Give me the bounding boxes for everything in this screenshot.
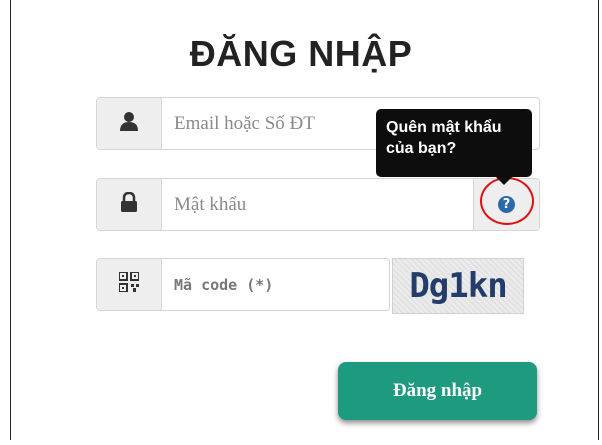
tooltip-arrow	[496, 177, 512, 185]
forgot-password-tooltip: Quên mật khẩu của bạn?	[376, 109, 532, 185]
user-icon	[120, 111, 138, 136]
code-input-group	[96, 258, 390, 311]
tooltip-line-2: của bạn?	[386, 140, 457, 157]
email-addon	[97, 98, 162, 149]
lock-icon	[121, 191, 137, 217]
code-addon	[97, 259, 162, 310]
captcha-code-field[interactable]	[172, 274, 389, 295]
tooltip-line-1: Quên mật khẩu	[386, 119, 502, 136]
captcha-image: Dg1kn	[392, 258, 524, 314]
code-field-wrap	[162, 259, 389, 310]
login-button[interactable]: Đăng nhập	[338, 362, 537, 420]
password-addon	[97, 179, 162, 230]
question-circle-icon[interactable]: ?	[498, 196, 515, 213]
forgot-password-addon[interactable]: ?	[473, 179, 539, 230]
qrcode-icon	[118, 271, 140, 297]
password-field[interactable]	[172, 192, 473, 217]
password-input-group: ?	[96, 178, 540, 231]
page-title: ĐĂNG NHẬP	[189, 33, 413, 74]
password-field-wrap	[162, 179, 473, 230]
